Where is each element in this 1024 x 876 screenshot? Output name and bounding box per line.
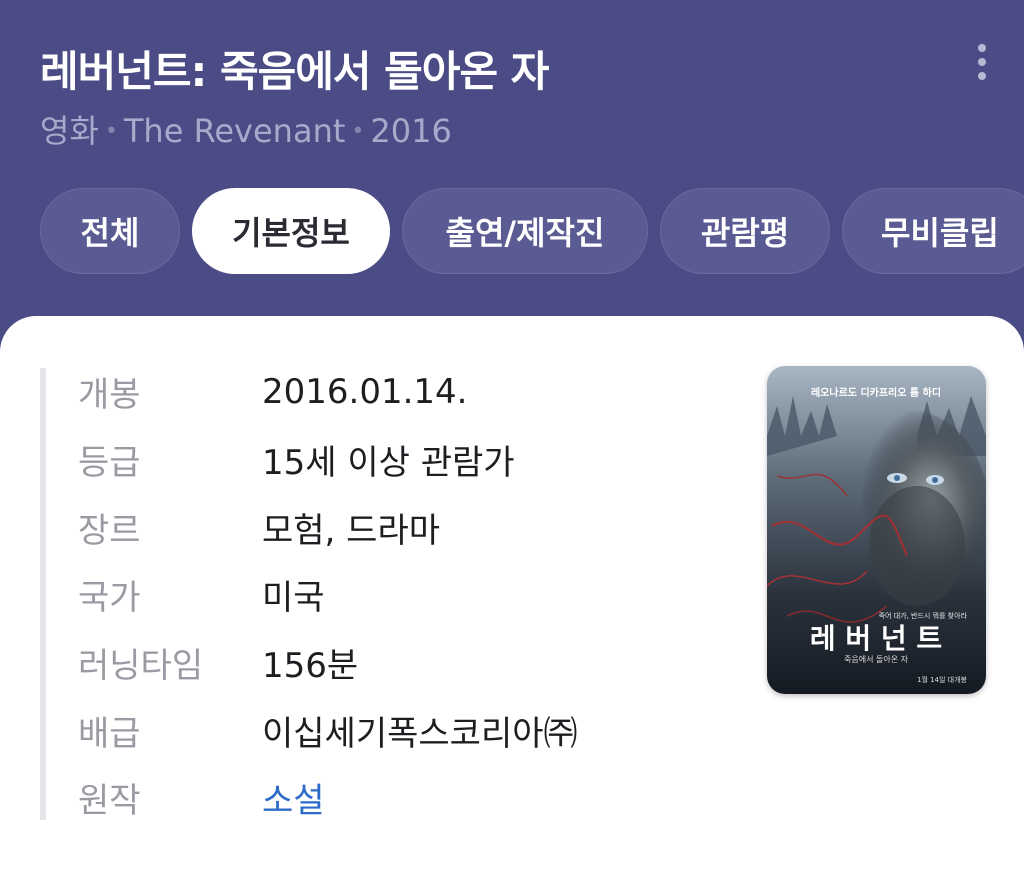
info-label: 원작 (78, 781, 141, 822)
info-row-genre: 장르 모험, 드라마 (78, 493, 578, 561)
info-row-distributor: 배급 이십세기폭스코리아㈜ (78, 696, 578, 764)
info-label: 장르 (78, 510, 141, 551)
more-vertical-icon (978, 44, 986, 52)
info-value: 2016.01.14. (262, 371, 468, 412)
info-row-runtime: 러닝타임 156분 (78, 629, 578, 697)
info-row-release: 개봉 2016.01.14. (78, 358, 578, 426)
info-value: 이십세기폭스코리아㈜ (262, 713, 578, 754)
info-row-original-work: 원작 소설 (78, 764, 578, 832)
poster-release-note: 1월 14일 대개봉 (917, 675, 968, 684)
more-options-button[interactable] (962, 40, 1002, 84)
info-row-rating: 등급 15세 이상 관람가 (78, 426, 578, 494)
movie-poster[interactable]: 레오나르도 디카프리오 톰 하디 죽어 대가, 반드시 뭐를 찾아라 레 버 넌… (767, 366, 986, 694)
info-list: 개봉 2016.01.14. 등급 15세 이상 관람가 장르 모험, 드라마 … (78, 358, 578, 832)
separator-dot: • (351, 119, 365, 144)
release-year: 2016 (370, 112, 452, 150)
info-value: 156분 (262, 646, 359, 687)
tab-bar: 전체 기본정보 출연/제작진 관람평 무비클립 (0, 188, 1024, 276)
info-label: 등급 (78, 443, 141, 484)
tab-all[interactable]: 전체 (40, 188, 180, 274)
info-row-country: 국가 미국 (78, 561, 578, 629)
tab-basic-info[interactable]: 기본정보 (192, 188, 390, 274)
movie-title: 레버넌트: 죽음에서 돌아온 자 (40, 47, 549, 96)
info-label: 배급 (78, 713, 141, 754)
info-value: 모험, 드라마 (262, 510, 441, 551)
original-work-link[interactable]: 소설 (262, 773, 325, 822)
info-value: 미국 (262, 578, 325, 619)
separator-dot: • (104, 119, 118, 144)
tab-reviews[interactable]: 관람평 (660, 188, 830, 274)
poster-title: 레 버 넌 트 (810, 622, 942, 655)
tab-movie-clips[interactable]: 무비클립 (842, 188, 1024, 274)
movie-type: 영화 (40, 112, 99, 150)
original-title: The Revenant (123, 112, 346, 150)
info-label: 러닝타임 (78, 646, 204, 687)
info-label: 개봉 (78, 375, 141, 416)
poster-top-text: 레오나르도 디카프리오 톰 하디 (811, 386, 941, 399)
info-accent-bar (40, 368, 46, 820)
movie-subtitle: 영화 • The Revenant • 2016 (40, 106, 452, 152)
tab-cast-crew[interactable]: 출연/제작진 (402, 188, 648, 274)
poster-tagline: 죽어 대가, 반드시 뭐를 찾아라 (879, 611, 968, 620)
info-label: 국가 (78, 578, 141, 619)
poster-subtitle: 죽음에서 돌아온 자 (844, 654, 909, 664)
info-value: 15세 이상 관람가 (262, 443, 515, 484)
movie-header: 레버넌트: 죽음에서 돌아온 자 영화 • The Revenant • 2016 전체… (0, 0, 1024, 330)
